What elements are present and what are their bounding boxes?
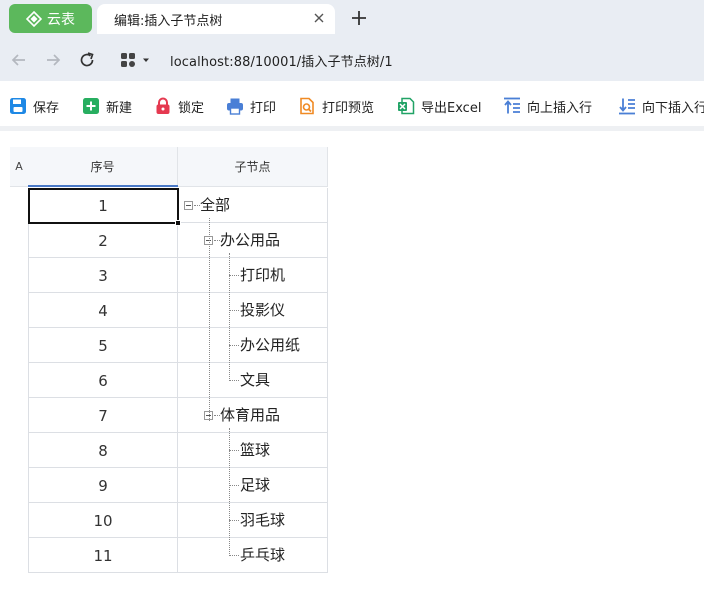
node-label: 文具 — [240, 371, 271, 389]
dropdown-caret-icon — [143, 58, 149, 62]
grid-rows: 1 全部 2 办公用品 3 打印机 4 投影仪 5 办公用纸 6 文具 7 体育… — [28, 188, 328, 573]
node-cell[interactable]: 办公用纸 — [178, 328, 328, 363]
node-cell[interactable]: 文具 — [178, 363, 328, 398]
node-label: 投影仪 — [240, 301, 286, 319]
node-cell[interactable]: 办公用品 — [178, 223, 328, 258]
brand-button[interactable]: 云表 — [9, 4, 92, 33]
index-cell[interactable]: 10 — [28, 503, 178, 538]
column-header-child-node[interactable]: 子节点 — [178, 147, 328, 187]
apps-grid-icon — [121, 53, 135, 67]
node-label: 办公用纸 — [240, 336, 301, 354]
node-label: 全部 — [200, 196, 231, 214]
node-cell[interactable]: 足球 — [178, 468, 328, 503]
table-row: 7 体育用品 — [28, 398, 328, 433]
excel-icon — [398, 97, 415, 115]
table-row: 3 打印机 — [28, 258, 328, 293]
index-cell[interactable]: 6 — [28, 363, 178, 398]
lock-button[interactable]: 锁定 — [154, 96, 204, 116]
brand-label: 云表 — [47, 11, 75, 28]
node-label: 羽毛球 — [240, 511, 286, 529]
table-row: 2 办公用品 — [28, 223, 328, 258]
print-button[interactable]: 打印 — [226, 96, 276, 116]
insert-row-below-label: 向下插入行 — [642, 100, 704, 116]
print-preview-label: 打印预览 — [322, 100, 375, 116]
index-cell[interactable]: 2 — [28, 223, 178, 258]
print-label: 打印 — [250, 100, 277, 116]
export-excel-button[interactable]: 导出Excel — [397, 96, 481, 116]
index-cell[interactable]: 1 — [28, 188, 178, 223]
new-tab-icon[interactable] — [348, 7, 370, 29]
browser-tab-strip: 云表 编辑:插入子节点树 — [0, 0, 704, 38]
index-cell[interactable]: 7 — [28, 398, 178, 433]
save-icon — [10, 98, 26, 114]
table-row: 8 篮球 — [28, 433, 328, 468]
index-cell[interactable]: 9 — [28, 468, 178, 503]
table-row: 9 足球 — [28, 468, 328, 503]
insert-row-below-icon — [619, 98, 635, 115]
apps-menu-button[interactable] — [120, 50, 156, 70]
table-row: 6 文具 — [28, 363, 328, 398]
print-preview-button[interactable]: 打印预览 — [298, 96, 374, 116]
node-cell[interactable]: 打印机 — [178, 258, 328, 293]
new-label: 新建 — [106, 100, 133, 116]
new-button[interactable]: 新建 — [82, 96, 132, 116]
new-icon — [83, 98, 99, 114]
node-label: 足球 — [240, 476, 271, 494]
printer-icon — [227, 98, 243, 115]
index-cell[interactable]: 8 — [28, 433, 178, 468]
column-letter-header[interactable]: A — [10, 147, 28, 187]
node-label: 体育用品 — [220, 406, 281, 424]
table-row: 10 羽毛球 — [28, 503, 328, 538]
node-label: 乒乓球 — [240, 546, 286, 564]
lock-icon — [156, 97, 170, 114]
table-row: 5 办公用纸 — [28, 328, 328, 363]
spreadsheet-grid: A 序号 子节点 1 全部 2 办公用品 3 打印机 4 投影仪 5 办公用纸 … — [0, 136, 704, 591]
reload-icon[interactable] — [77, 50, 97, 70]
print-preview-icon — [300, 97, 314, 115]
node-cell[interactable]: 篮球 — [178, 433, 328, 468]
table-row: 11 乒乓球 — [28, 538, 328, 573]
insert-row-above-button[interactable]: 向上插入行 — [503, 96, 592, 116]
lock-label: 锁定 — [178, 100, 205, 116]
insert-row-above-icon — [504, 97, 520, 114]
tab-title: 编辑:插入子节点树 — [114, 13, 223, 29]
collapse-toggle-icon[interactable] — [184, 201, 193, 210]
save-label: 保存 — [33, 100, 60, 116]
app-toolbar: 保存 新建 锁定 打印 打印预览 导出Excel 向上插入行 向下插入行 — [0, 81, 704, 131]
index-cell[interactable]: 4 — [28, 293, 178, 328]
node-label: 篮球 — [240, 441, 271, 459]
node-label: 打印机 — [240, 266, 286, 284]
node-cell[interactable]: 羽毛球 — [178, 503, 328, 538]
export-excel-label: 导出Excel — [421, 100, 482, 116]
diamond-logo-icon — [26, 10, 42, 27]
node-cell[interactable]: 全部 — [178, 188, 328, 223]
index-cell[interactable]: 5 — [28, 328, 178, 363]
node-cell[interactable]: 投影仪 — [178, 293, 328, 328]
insert-row-below-button[interactable]: 向下插入行 — [618, 96, 704, 116]
table-row: 1 全部 — [28, 188, 328, 223]
address-bar-url[interactable]: localhost:88/10001/插入子节点树/1 — [170, 51, 393, 70]
column-header-index[interactable]: 序号 — [28, 147, 178, 187]
active-tab[interactable]: 编辑:插入子节点树 — [97, 4, 335, 34]
index-cell[interactable]: 3 — [28, 258, 178, 293]
insert-row-above-label: 向上插入行 — [527, 100, 593, 116]
forward-arrow-icon[interactable] — [43, 50, 63, 70]
back-arrow-icon[interactable] — [9, 50, 29, 70]
node-label: 办公用品 — [220, 231, 281, 249]
node-cell[interactable]: 乒乓球 — [178, 538, 328, 573]
browser-nav-bar: localhost:88/10001/插入子节点树/1 — [0, 38, 704, 81]
index-cell[interactable]: 11 — [28, 538, 178, 573]
close-tab-icon[interactable] — [311, 10, 327, 26]
table-row: 4 投影仪 — [28, 293, 328, 328]
save-button[interactable]: 保存 — [9, 96, 59, 116]
node-cell[interactable]: 体育用品 — [178, 398, 328, 433]
